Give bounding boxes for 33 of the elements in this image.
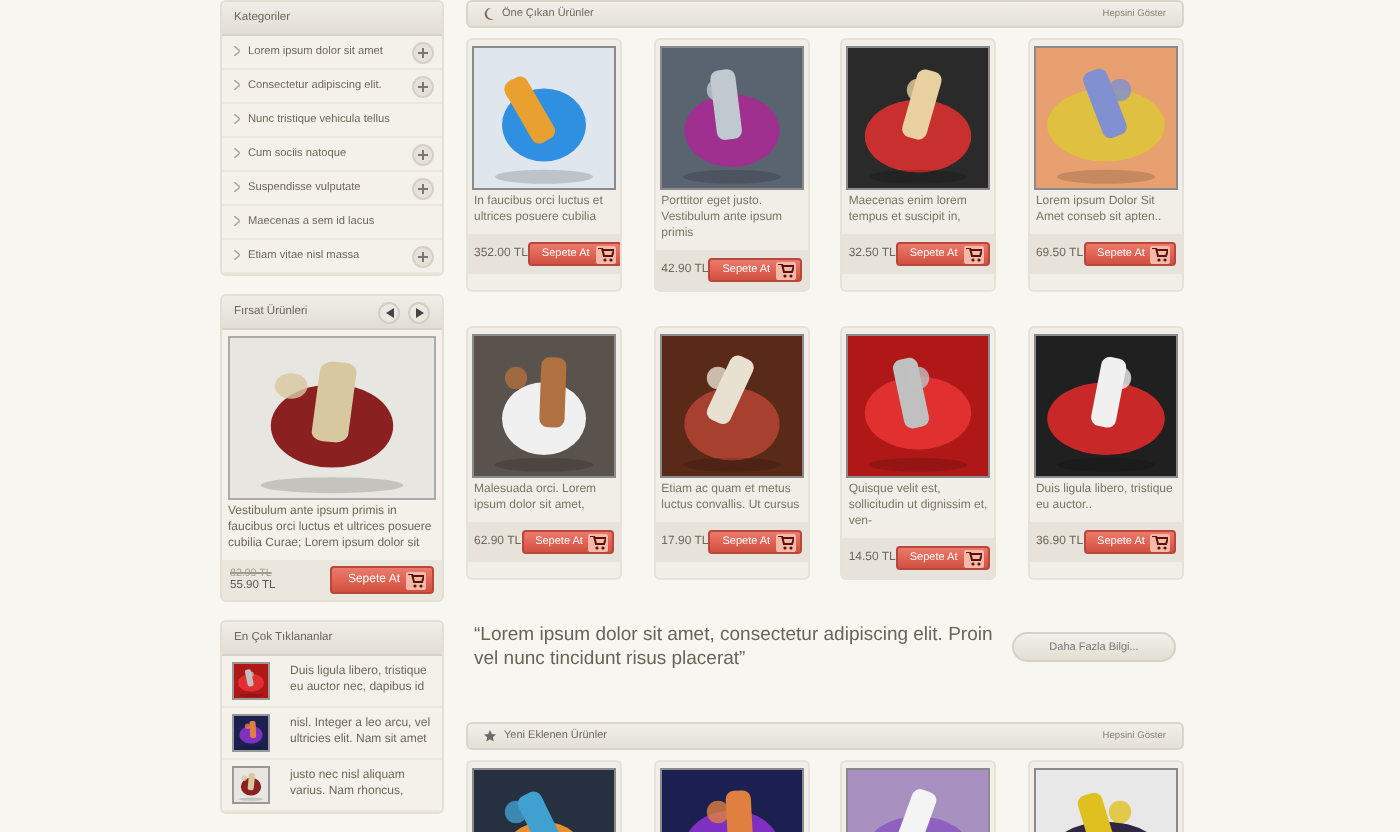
triangle-left-icon xyxy=(385,307,393,317)
cart-icon xyxy=(1150,245,1171,263)
plus-icon xyxy=(418,81,428,91)
chevron-icon xyxy=(234,249,240,263)
plus-icon xyxy=(418,149,428,159)
chevron-icon xyxy=(234,147,240,161)
chevron-icon xyxy=(234,181,240,195)
quote-text: “Lorem ipsum dolor sit amet, consectetur adipiscing elit. Proin vel nunc tincidunt risus placerat” xyxy=(474,624,995,670)
plus-icon xyxy=(418,47,428,57)
cart-icon xyxy=(1150,533,1171,551)
expand-button[interactable] xyxy=(412,75,434,97)
chevron-icon xyxy=(234,45,240,59)
cart-icon xyxy=(776,533,797,551)
cart-icon xyxy=(406,571,426,589)
expand-button[interactable] xyxy=(412,41,434,63)
cart-icon xyxy=(963,245,984,263)
chevron-icon xyxy=(234,79,240,93)
moon-icon xyxy=(484,8,494,20)
chevron-icon xyxy=(234,215,240,229)
expand-button[interactable] xyxy=(412,245,434,267)
previous-button[interactable] xyxy=(378,301,400,323)
cart-icon xyxy=(595,245,616,263)
next-button[interactable] xyxy=(408,301,430,323)
chevron-icon xyxy=(234,113,240,127)
cart-icon xyxy=(963,549,984,567)
star-icon xyxy=(484,730,496,742)
expand-button[interactable] xyxy=(412,143,434,165)
plus-icon xyxy=(418,183,428,193)
triangle-right-icon xyxy=(415,307,423,317)
cart-icon xyxy=(776,261,797,279)
expand-button[interactable] xyxy=(412,177,434,199)
cart-icon xyxy=(588,533,609,551)
plus-icon xyxy=(418,251,428,261)
